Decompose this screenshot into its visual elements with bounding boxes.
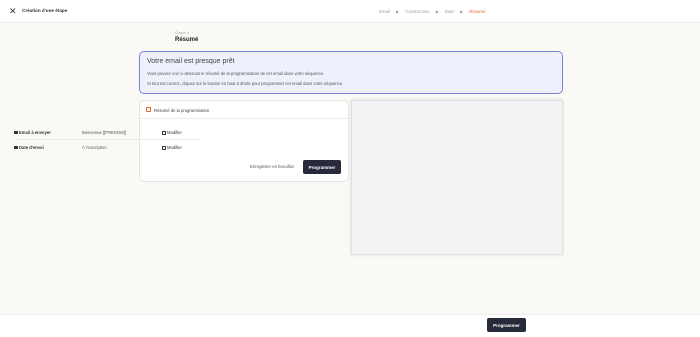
step-separator-icon: ▶ bbox=[460, 9, 464, 14]
row-value: Bienvenue [[PRENOM]] bbox=[82, 130, 126, 135]
info-notice: Votre email est presque prêt Vous pouvez… bbox=[139, 51, 563, 94]
footer-program-button[interactable]: Programmer bbox=[487, 318, 526, 332]
stepper: Email ▶ Construction ▶ Date ▶ Résumé bbox=[379, 9, 486, 14]
envelope-icon bbox=[14, 130, 18, 135]
summary-card-header: Résumé de la programmation bbox=[140, 101, 348, 119]
step-date[interactable]: Date bbox=[445, 9, 454, 14]
calendar-icon bbox=[14, 145, 18, 150]
step-separator-icon: ▶ bbox=[395, 9, 400, 14]
notice-text-2: Si tout est correct, cliquez sur le bout… bbox=[147, 81, 344, 86]
app-title: Création d'une étape bbox=[22, 8, 68, 13]
summary-card-title: Résumé de la programmation bbox=[154, 108, 210, 113]
page-title: Résumé bbox=[175, 37, 199, 43]
close-icon[interactable]: ✕ bbox=[9, 6, 17, 16]
modify-email-button[interactable]: Modifier bbox=[162, 130, 182, 135]
breadcrumb: Étape 4 bbox=[175, 30, 189, 35]
email-preview bbox=[351, 100, 563, 255]
modify-date-button[interactable]: Modifier bbox=[162, 145, 182, 150]
row-label: Email à envoyer bbox=[14, 130, 51, 135]
step-resume: Résumé bbox=[469, 9, 486, 14]
step-separator-icon: ▶ bbox=[435, 9, 439, 14]
notice-text-1: Vous pouvez voir ci-dessous le résumé de… bbox=[147, 71, 325, 76]
save-draft-link[interactable]: Enregistrer en brouillon bbox=[250, 164, 294, 169]
footer-bar bbox=[0, 314, 700, 337]
calendar-icon bbox=[146, 107, 151, 112]
row-value: À l'inscription bbox=[82, 145, 107, 150]
summary-row-email: Email à envoyer Bienvenue [[PRENOM]] Mod… bbox=[14, 127, 200, 140]
summary-row-date: Date d'envoi À l'inscription Modifier bbox=[14, 142, 200, 155]
notice-title: Votre email est presque prêt bbox=[147, 58, 235, 65]
step-construction[interactable]: Construction bbox=[405, 9, 430, 14]
edit-icon bbox=[162, 145, 166, 150]
top-bar: ✕ Création d'une étape Email ▶ Construct… bbox=[0, 0, 700, 23]
program-button[interactable]: Programmer bbox=[303, 160, 341, 174]
row-label: Date d'envoi bbox=[14, 145, 44, 150]
step-email[interactable]: Email bbox=[379, 9, 390, 14]
edit-icon bbox=[162, 130, 166, 135]
